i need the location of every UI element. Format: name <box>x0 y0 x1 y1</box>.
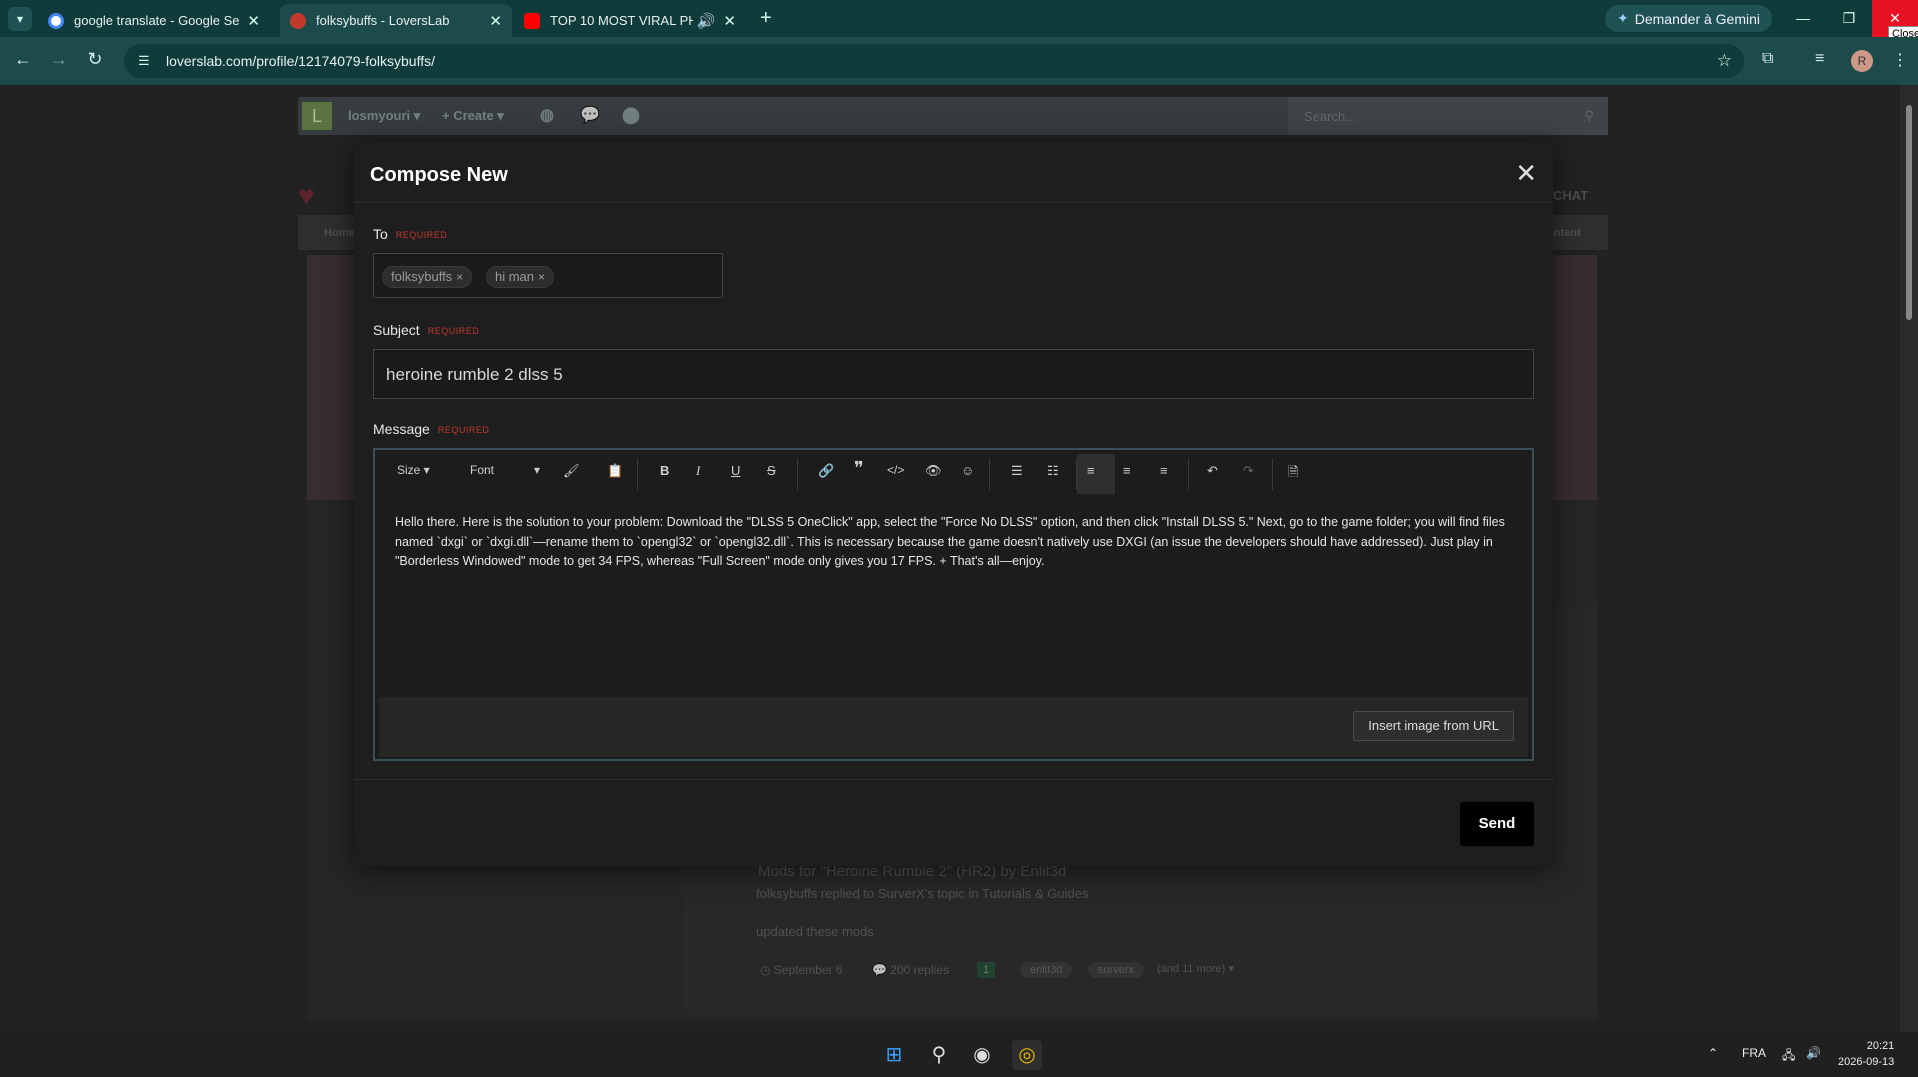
taskbar: ⊞ ⚲ ◉ ◎ ⌃ FRA 🖧 🔊 20:21 2026-09-13 <box>0 1032 1918 1077</box>
network-icon[interactable]: 🖧 <box>1782 1046 1795 1067</box>
source-icon[interactable]: 🗎 <box>1288 463 1298 485</box>
code-icon[interactable]: </> <box>887 463 904 477</box>
compose-modal: Compose New ✕ To REQUIRED folksybuffs × hi… <box>354 142 1553 866</box>
strikethrough-icon[interactable]: S <box>767 463 776 478</box>
close-tab-icon[interactable]: ✕ <box>247 12 260 30</box>
modal-title: Compose New <box>370 164 508 186</box>
tab-search-button[interactable]: ▾ <box>8 7 32 31</box>
message-label: Message REQUIRED <box>373 421 490 437</box>
separator <box>1188 458 1189 490</box>
gemini-button[interactable]: ✦ Demander à Gemini <box>1605 5 1773 32</box>
separator <box>989 458 990 490</box>
profile-avatar[interactable]: R <box>1851 50 1873 72</box>
minimize-button[interactable]: — <box>1780 0 1826 37</box>
redo-icon[interactable]: ↷ <box>1243 463 1254 479</box>
spoiler-icon[interactable]: 👁 <box>925 463 942 479</box>
steam-icon[interactable]: ◉ <box>967 1040 997 1070</box>
extensions-icon[interactable]: ⧉ <box>1762 50 1773 68</box>
tab-loverslab[interactable]: folksybuffs - LoversLab ✕ <box>280 4 512 37</box>
media-controls-icon[interactable]: ≡ <box>1815 50 1824 68</box>
restore-button[interactable]: ❐ <box>1826 0 1872 37</box>
remove-recipient-icon[interactable]: × <box>456 270 463 284</box>
editor-toolbar: Size ▾ Font ▾ 🖌 📋 B I U S 🔗 ❞ </> 👁 ☺ ☰ ☷… <box>375 450 1532 498</box>
bullet-list-icon[interactable]: ☰ <box>1011 463 1023 479</box>
remove-recipient-icon[interactable]: × <box>538 270 545 284</box>
bold-icon[interactable]: B <box>660 463 669 478</box>
quote-icon[interactable]: ❞ <box>854 458 864 479</box>
gemini-icon: ✦ <box>1617 10 1629 26</box>
message-body[interactable]: Hello there. Here is the solution to you… <box>395 513 1515 572</box>
editor-footer: Insert image from URL <box>379 697 1528 757</box>
language-indicator[interactable]: FRA <box>1742 1046 1766 1060</box>
numbered-list-icon[interactable]: ☷ <box>1047 463 1059 479</box>
forward-button[interactable]: → <box>47 49 71 70</box>
page-scrollbar-thumb[interactable] <box>1906 105 1912 320</box>
recipient-chip: hi man × <box>486 266 555 288</box>
bookmark-star-icon[interactable]: ☆ <box>1717 51 1732 71</box>
size-dropdown[interactable]: Size ▾ <box>397 463 430 477</box>
google-icon <box>48 12 64 29</box>
insert-image-url-button[interactable]: Insert image from URL <box>1353 711 1514 741</box>
separator <box>1272 458 1273 490</box>
close-icon[interactable]: ✕ <box>1515 160 1537 186</box>
recipient-chip: folksybuffs × <box>382 266 473 288</box>
browser-toolbar: ← → ↻ ☰ loverslab.com/profile/12174079-f… <box>0 37 1918 85</box>
volume-icon[interactable]: 🔊 <box>1806 1046 1821 1060</box>
address-bar[interactable]: ☰ loverslab.com/profile/12174079-folksyb… <box>124 44 1744 78</box>
chrome-icon[interactable]: ◎ <box>1012 1040 1042 1070</box>
close-tab-icon[interactable]: ✕ <box>489 12 502 30</box>
divider <box>354 202 1553 203</box>
paste-options-icon[interactable]: 📋 <box>607 463 623 479</box>
send-button[interactable]: Send <box>1460 802 1534 846</box>
youtube-icon <box>524 12 540 29</box>
subject-label: Subject REQUIRED <box>373 322 480 338</box>
chevron-down-icon: ▾ <box>16 12 24 26</box>
clock[interactable]: 20:21 2026-09-13 <box>1838 1038 1894 1070</box>
align-left-active <box>1077 454 1115 494</box>
tray-chevron-icon[interactable]: ⌃ <box>1708 1046 1718 1060</box>
windows-start-icon[interactable]: ⊞ <box>879 1040 909 1070</box>
reload-button[interactable]: ↻ <box>83 49 107 70</box>
browser-tab-strip: ▾ google translate - Google Searc ✕ folk… <box>0 0 1918 37</box>
search-icon[interactable]: ⚲ <box>924 1040 954 1070</box>
text-color-icon[interactable]: 🖌 <box>563 463 580 479</box>
italic-icon[interactable]: I <box>696 463 700 479</box>
subject-input[interactable]: heroine rumble 2 dlss 5 <box>373 349 1534 399</box>
back-button[interactable]: ← <box>11 49 35 70</box>
align-right-icon[interactable]: ≡ <box>1160 463 1168 478</box>
tab-google-translate[interactable]: google translate - Google Searc ✕ <box>38 4 270 37</box>
tab-youtube[interactable]: TOP 10 MOST VIRAL PHONI 🔊 ✕ <box>514 4 746 37</box>
undo-icon[interactable]: ↶ <box>1207 463 1218 479</box>
speaker-icon[interactable]: 🔊 <box>697 12 716 30</box>
separator <box>797 458 798 490</box>
align-left-icon[interactable]: ≡ <box>1087 463 1095 478</box>
recipients-input[interactable]: folksybuffs × hi man × <box>373 253 723 298</box>
align-center-icon[interactable]: ≡ <box>1123 463 1131 478</box>
to-label: To REQUIRED <box>373 226 448 242</box>
new-tab-button[interactable]: + <box>760 7 772 30</box>
loverslab-icon <box>290 12 306 29</box>
site-info-icon[interactable]: ☰ <box>138 53 154 69</box>
browser-menu-icon[interactable]: ⋮ <box>1892 50 1908 70</box>
underline-icon[interactable]: U <box>731 463 740 478</box>
font-dropdown[interactable]: Font ▾ <box>470 463 540 477</box>
separator <box>637 458 638 490</box>
emoji-icon[interactable]: ☺ <box>961 463 974 478</box>
close-tab-icon[interactable]: ✕ <box>723 12 736 30</box>
link-icon[interactable]: 🔗 <box>818 463 834 479</box>
divider <box>354 779 1553 780</box>
message-editor[interactable]: Size ▾ Font ▾ 🖌 📋 B I U S 🔗 ❞ </> 👁 ☺ ☰ ☷… <box>373 448 1534 761</box>
